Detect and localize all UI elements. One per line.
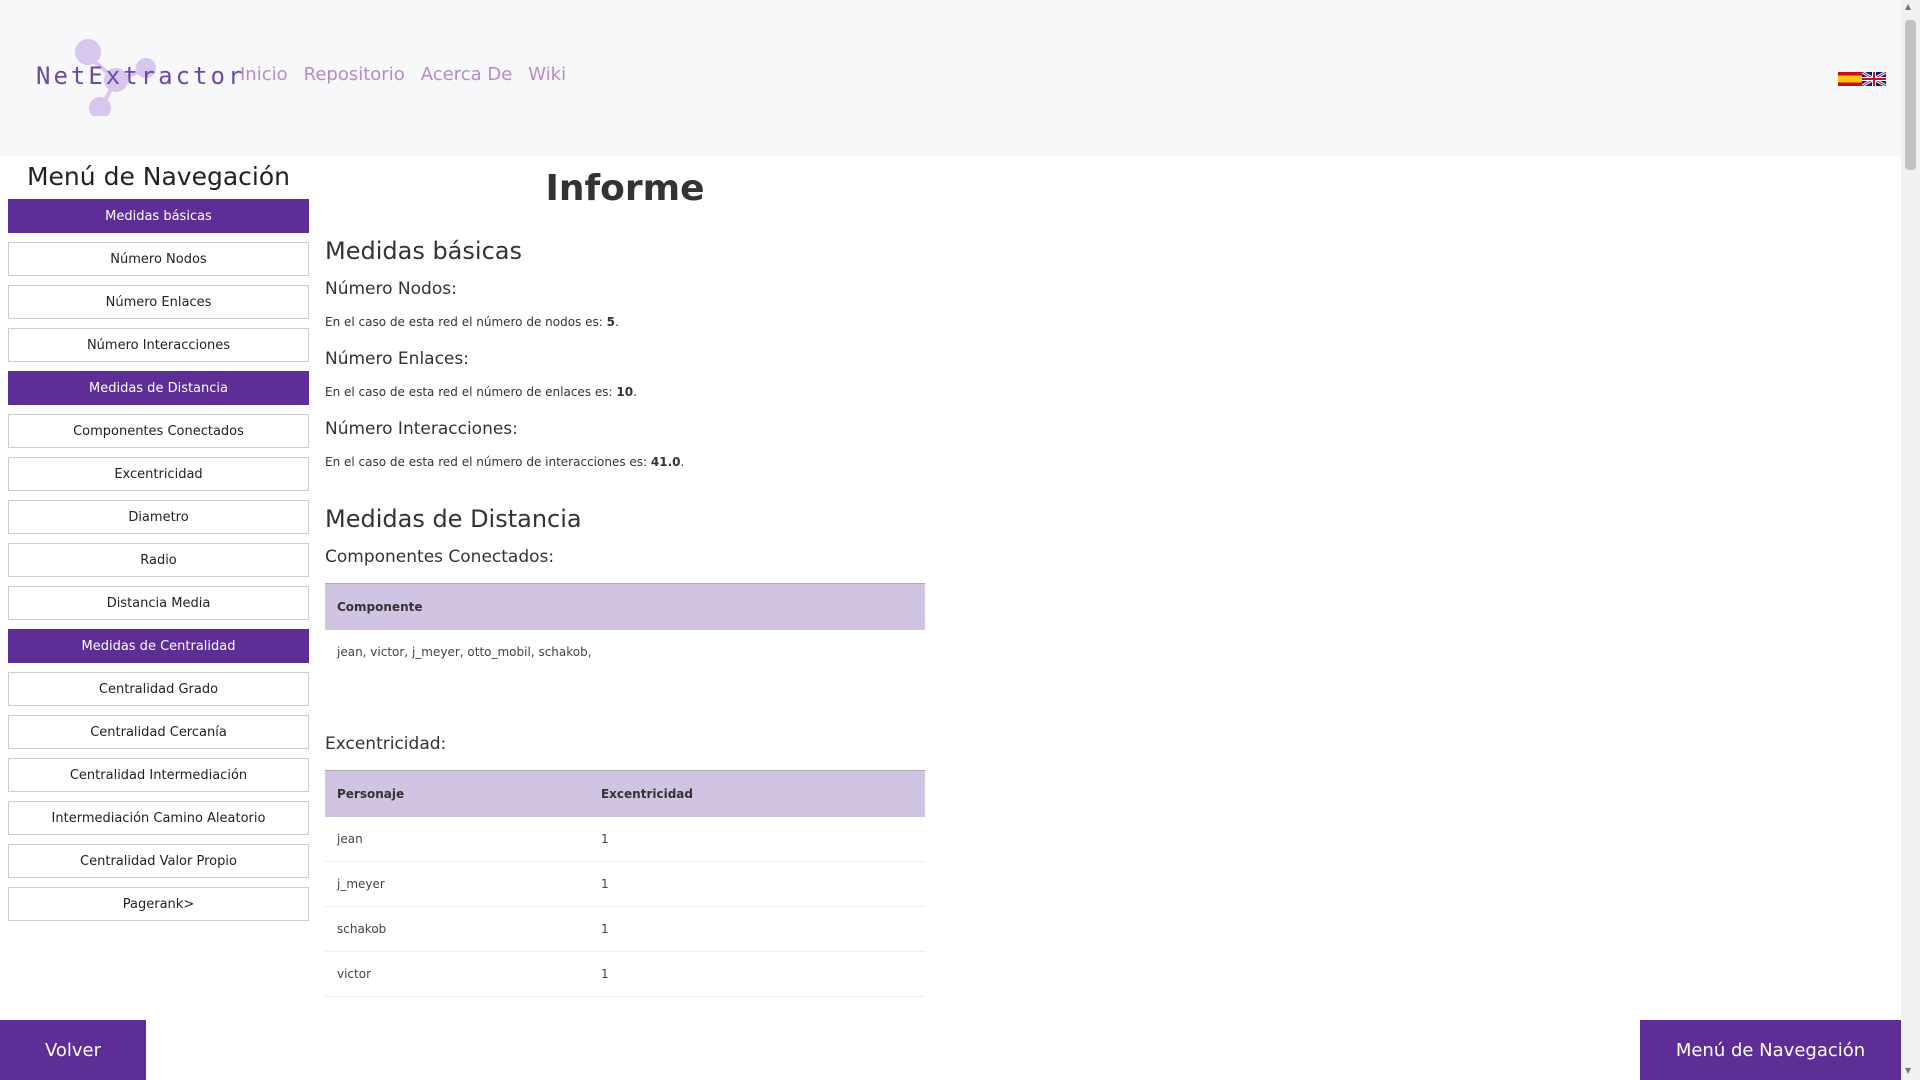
scroll-down-icon[interactable]: ▼ xyxy=(1905,1066,1911,1075)
links-suffix: . xyxy=(633,385,637,399)
sidebar-item-medidas-basicas[interactable]: Medidas básicas xyxy=(8,199,309,233)
table-cell: 1 xyxy=(588,861,925,907)
table-cell: 1 xyxy=(588,951,925,997)
scroll-thumb[interactable] xyxy=(1905,20,1916,170)
header: NetExtractor Inicio Repositorio Acerca D… xyxy=(0,0,1901,156)
sidebar-item-radio[interactable]: Radio xyxy=(8,543,309,577)
column-header: Componente xyxy=(325,583,925,630)
top-nav: Inicio Repositorio Acerca De Wiki xyxy=(240,64,566,85)
heading-numero-interacciones: Número Interacciones: xyxy=(325,419,518,439)
table-row: j_meyer 1 xyxy=(325,861,925,907)
sidebar-item-distancia-media[interactable]: Distancia Media xyxy=(8,586,309,620)
sidebar-item-numero-nodos[interactable]: Número Nodos xyxy=(8,242,309,276)
table-cell: jean xyxy=(325,817,589,862)
interactions-text: En el caso de esta red el número de inte… xyxy=(325,455,651,469)
eccentricity-table: Personaje Excentricidad jean 1 j_meyer 1… xyxy=(325,770,925,997)
components-table: Componente jean, victor, j_meyer, otto_m… xyxy=(325,583,925,674)
back-button[interactable]: Volver xyxy=(0,1020,146,1080)
section-heading-basicas: Medidas básicas xyxy=(325,237,522,265)
heading-componentes-conectados: Componentes Conectados: xyxy=(325,547,555,567)
text-numero-interacciones: En el caso de esta red el número de inte… xyxy=(325,455,925,469)
page-title: Informe xyxy=(545,168,705,209)
sidebar-item-diametro[interactable]: Diametro xyxy=(8,500,309,534)
sidebar-item-medidas-centralidad[interactable]: Medidas de Centralidad xyxy=(8,629,309,663)
table-cell: jean, victor, j_meyer, otto_mobil, schak… xyxy=(337,645,592,659)
nav-inicio[interactable]: Inicio xyxy=(240,64,288,85)
table-row: victor 1 xyxy=(325,951,925,997)
heading-numero-enlaces: Número Enlaces: xyxy=(325,349,469,369)
nodes-suffix: . xyxy=(614,315,619,329)
sidebar-item-intermediacion-camino-aleatorio[interactable]: Intermediación Camino Aleatorio xyxy=(8,801,309,835)
uk-flag-icon[interactable] xyxy=(1862,72,1886,86)
table-cell: schakob xyxy=(325,906,589,952)
table-row: jean, victor, j_meyer, otto_mobil, schak… xyxy=(325,630,925,674)
sidebar-title: Menú de Navegación xyxy=(26,162,290,191)
sidebar-item-componentes-conectados[interactable]: Componentes Conectados xyxy=(8,414,309,448)
text-numero-enlaces: En el caso de esta red el número de enla… xyxy=(325,385,925,399)
column-header-personaje: Personaje xyxy=(325,770,589,817)
table-cell: j_meyer xyxy=(325,861,589,907)
language-selector xyxy=(1838,72,1886,86)
nav-wiki[interactable]: Wiki xyxy=(528,64,566,85)
table-cell: victor xyxy=(325,951,589,997)
logo-text: NetExtractor xyxy=(36,62,246,90)
section-heading-distancia: Medidas de Distancia xyxy=(325,505,582,533)
nodes-text: En el caso de esta red el número de nodo… xyxy=(325,315,607,329)
table-row: jean 1 xyxy=(325,817,925,862)
sidebar: Menú de Navegación Medidas básicas Númer… xyxy=(8,162,309,930)
sidebar-item-centralidad-valor-propio[interactable]: Centralidad Valor Propio xyxy=(8,844,309,878)
table-header-row: Componente xyxy=(325,583,925,630)
links-text: En el caso de esta red el número de enla… xyxy=(325,385,617,399)
sidebar-item-medidas-distancia[interactable]: Medidas de Distancia xyxy=(8,371,309,405)
table-row: schakob 1 xyxy=(325,906,925,952)
scroll-up-icon[interactable]: ▲ xyxy=(1905,2,1911,11)
sidebar-item-excentricidad[interactable]: Excentricidad xyxy=(8,457,309,491)
logo[interactable]: NetExtractor xyxy=(32,36,242,119)
sidebar-item-centralidad-grado[interactable]: Centralidad Grado xyxy=(8,672,309,706)
sidebar-item-centralidad-cercania[interactable]: Centralidad Cercanía xyxy=(8,715,309,749)
heading-excentricidad: Excentricidad: xyxy=(325,734,447,754)
scrollbar[interactable]: ▲ ▼ xyxy=(1901,0,1920,1080)
sidebar-item-pagerank[interactable]: Pagerank> xyxy=(8,887,309,921)
table-cell: 1 xyxy=(588,906,925,952)
links-value: 10 xyxy=(616,385,634,399)
sidebar-item-centralidad-intermediacion[interactable]: Centralidad Intermediación xyxy=(8,758,309,792)
report-content: Informe Medidas básicas Número Nodos: En… xyxy=(325,160,925,997)
nodes-value: 5 xyxy=(606,315,615,329)
interactions-suffix: . xyxy=(680,455,685,469)
navigation-menu-button[interactable]: Menú de Navegación xyxy=(1640,1020,1901,1080)
text-numero-nodos: En el caso de esta red el número de nodo… xyxy=(325,315,925,329)
heading-numero-nodos: Número Nodos: xyxy=(325,279,457,299)
column-header-excentricidad: Excentricidad xyxy=(588,770,925,817)
table-cell: 1 xyxy=(588,817,925,862)
table-header-row: Personaje Excentricidad xyxy=(325,770,925,817)
nav-acerca-de[interactable]: Acerca De xyxy=(421,64,513,85)
spanish-flag-icon[interactable] xyxy=(1838,72,1862,86)
sidebar-item-numero-interacciones[interactable]: Número Interacciones xyxy=(8,328,309,362)
nav-repositorio[interactable]: Repositorio xyxy=(304,64,405,85)
sidebar-item-numero-enlaces[interactable]: Número Enlaces xyxy=(8,285,309,319)
interactions-value: 41.0 xyxy=(650,455,681,469)
